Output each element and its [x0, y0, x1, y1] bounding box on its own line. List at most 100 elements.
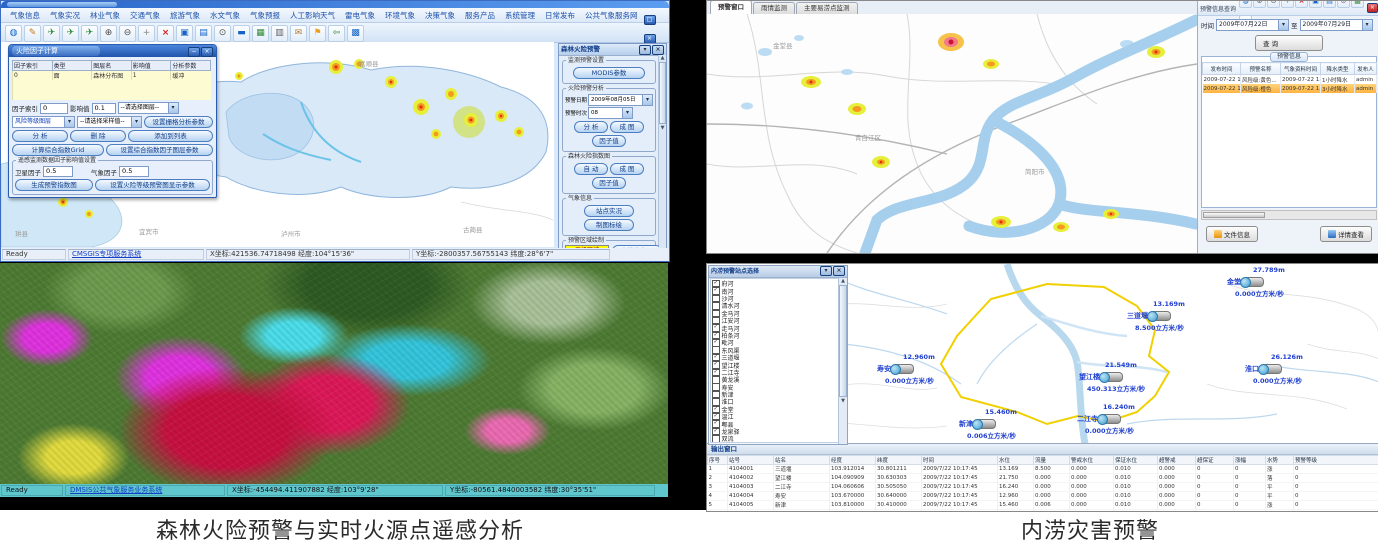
menu-item[interactable]: 日常发布 — [540, 10, 580, 21]
output-table-header[interactable]: 涨幅 — [1234, 456, 1266, 465]
output-table-header[interactable]: 水位 — [998, 456, 1034, 465]
flood-tab[interactable]: 雨情监测 — [753, 2, 795, 14]
gauge-station[interactable]: 金堂 27.789m 0.000立方米/秒 — [1227, 277, 1264, 287]
gauge-station[interactable]: 三道堰 13.169m 8.500立方米/秒 — [1127, 311, 1171, 321]
output-table-row[interactable]: 44104004寿安103.67000030.6400002009/7/22 1… — [708, 492, 1378, 501]
analyze-button[interactable]: 分 析 — [12, 130, 68, 142]
flood-tab[interactable]: 主要易涝点监测 — [796, 2, 858, 14]
doc-icon[interactable]: ▤ — [1323, 0, 1336, 8]
fire-window-titlebar[interactable] — [1, 1, 669, 8]
identify-icon[interactable]: ⊙ — [214, 25, 231, 42]
close-icon[interactable]: × — [644, 34, 656, 44]
make-index-map-button[interactable]: 生成预警指数图 — [15, 179, 93, 191]
menu-item[interactable]: 水文气象 — [205, 10, 245, 21]
factor-table[interactable]: 因子索引类型图层名影响值分析参数 0面森林分布图1缓冲 — [12, 60, 211, 100]
index-action-button[interactable]: 自 动 — [574, 163, 608, 175]
menu-item[interactable]: 公共气象服务网 — [580, 10, 643, 21]
flood-detail-button[interactable]: 详情查看 — [1320, 226, 1372, 242]
flood-table-row[interactable]: 2009-07-22 1... 风险级:橙色 2009-07-22 1... 3… — [1203, 84, 1377, 93]
factor-table-header[interactable]: 图层名 — [92, 61, 132, 71]
meteo-factor-input[interactable]: 0.5 — [119, 166, 149, 177]
menu-item[interactable]: 林业气象 — [85, 10, 125, 21]
impact-input[interactable]: 0.1 — [92, 103, 116, 114]
output-table-header[interactable]: 流量 — [1034, 456, 1070, 465]
pan-icon[interactable]: + — [138, 25, 155, 42]
menu-item[interactable]: 决策气象 — [420, 10, 460, 21]
fire-map-area[interactable]: 富顺县珙县宜宾市泸州市古蔺县 火险因子计算 −× 因子索引类型图层名影响值分析参… — [1, 42, 554, 247]
analysis-action-button[interactable]: 成 图 — [610, 121, 644, 133]
checkbox-icon[interactable] — [712, 332, 720, 340]
warn-date-select[interactable]: 2009年08月05日 — [588, 94, 653, 106]
output-table-header[interactable]: 序号 — [708, 456, 728, 465]
output-table[interactable]: 序号站号站名经度纬度时间水位流量警戒水位保证水位超警戒超保证涨幅水势预警等级 1… — [707, 455, 1378, 512]
flood-table-header[interactable]: 降水类型 — [1321, 63, 1355, 75]
factor-index-input[interactable]: 0 — [40, 103, 68, 114]
flood-query-button[interactable]: 查 询 — [1255, 35, 1323, 51]
weather-action-button[interactable]: 站点实况 — [584, 205, 634, 217]
flood-tab[interactable]: 预警窗口 — [710, 0, 752, 14]
checkbox-icon[interactable] — [712, 354, 720, 362]
fire-status-system-link[interactable]: CMSGIS专项服务系统 — [68, 249, 204, 260]
flag-icon[interactable]: ⚑ — [309, 25, 326, 42]
checkbox-icon[interactable] — [712, 339, 720, 347]
layer-panel-scrollbar[interactable]: ▲▼ — [838, 278, 847, 444]
weather-action-button[interactable]: 制图标绘 — [584, 219, 634, 231]
menu-item[interactable]: 环境气象 — [380, 10, 420, 21]
output-table-header[interactable]: 站名 — [774, 456, 830, 465]
factor-table-header[interactable]: 类型 — [52, 61, 92, 71]
menu-item[interactable]: 交通气象 — [125, 10, 165, 21]
set-warn-display-button[interactable]: 设置火险等级预警图显示参数 — [95, 179, 210, 191]
close-icon[interactable]: × — [833, 266, 845, 276]
checkbox-icon[interactable] — [712, 302, 720, 310]
flood-date-from[interactable]: 2009年07月22日 — [1216, 19, 1289, 31]
identify-icon[interactable]: ⊙ — [1337, 0, 1350, 8]
checkbox-icon[interactable] — [712, 295, 720, 303]
modis-params-button[interactable]: MODIS参数 — [573, 67, 645, 79]
flood-panel-close-icon[interactable]: × — [1367, 3, 1378, 13]
grid-params-button[interactable]: 设置栅格分析参数 — [144, 116, 213, 128]
warn-time-select[interactable]: 08 — [588, 107, 633, 119]
close-icon[interactable]: × — [652, 45, 664, 55]
checkbox-icon[interactable] — [712, 391, 720, 399]
close-view-icon[interactable]: × — [157, 25, 174, 42]
checkbox-icon[interactable] — [712, 280, 720, 288]
output-table-header[interactable]: 站号 — [728, 456, 774, 465]
output-table-header[interactable]: 时间 — [922, 456, 998, 465]
checkbox-icon[interactable] — [712, 317, 720, 325]
output-table-header[interactable]: 超保证 — [1196, 456, 1234, 465]
map-frame-icon[interactable]: ▣ — [176, 25, 193, 42]
checkbox-icon[interactable] — [712, 361, 720, 369]
flood-map-area[interactable]: 金堂县青白江区简阳市 — [707, 14, 1197, 253]
menu-item[interactable]: 旅游气象 — [165, 10, 205, 21]
output-table-header[interactable]: 预警等级 — [1294, 456, 1378, 465]
collapse-icon[interactable]: ▾ — [820, 266, 832, 276]
calc-grid-button[interactable]: 计算综合指数Grid — [12, 144, 104, 156]
output-table-header[interactable]: 超警戒 — [1158, 456, 1196, 465]
factor-table-header[interactable]: 影响值 — [131, 61, 171, 71]
close-view-icon[interactable]: × — [1295, 0, 1308, 8]
menu-item[interactable]: 系统管理 — [500, 10, 540, 21]
grade-layer-select[interactable]: 风险等级图层 — [12, 116, 75, 128]
checkbox-icon[interactable] — [712, 428, 720, 436]
close-icon[interactable]: × — [201, 47, 213, 57]
output-table-row[interactable]: 14104001三道堰103.91201430.8012112009/7/22 … — [708, 465, 1378, 474]
layers-icon[interactable]: ▦ — [1351, 0, 1364, 8]
globe-icon[interactable]: ◍ — [1239, 0, 1252, 8]
minimize-icon[interactable]: − — [188, 47, 200, 57]
output-table-row[interactable]: 64104006淮口104.54000030.6300002009/7/22 1… — [708, 510, 1378, 513]
gauge-station[interactable]: 二江寺 16.240m 0.000立方米/秒 — [1077, 414, 1121, 424]
index-action-button[interactable]: 因子值 — [592, 177, 626, 189]
flood-table-row[interactable]: 2009-07-22 1... 风险级:黄色... 2009-07-22 1..… — [1203, 75, 1377, 85]
zoom-in-icon[interactable]: ⊕ — [100, 25, 117, 42]
gauge-station[interactable]: 淮口 26.126m 0.000立方米/秒 — [1245, 364, 1282, 374]
menu-item[interactable]: 气象信息 — [5, 10, 45, 21]
zoom-in-icon[interactable]: ⊕ — [1253, 0, 1266, 8]
index-action-button[interactable]: 成 图 — [610, 163, 644, 175]
checkbox-icon[interactable] — [712, 310, 720, 318]
checkbox-icon[interactable] — [712, 420, 720, 428]
set-factor-layer-button[interactable]: 设置综合指数因子图层参数 — [106, 144, 213, 156]
satellite-factor-input[interactable]: 0.5 — [43, 166, 73, 177]
output-table-row[interactable]: 34104003二江寺104.06060630.5050502009/7/22 … — [708, 483, 1378, 492]
checkbox-icon[interactable] — [712, 435, 720, 443]
sample-select[interactable]: --请选择采样值-- — [77, 116, 142, 128]
